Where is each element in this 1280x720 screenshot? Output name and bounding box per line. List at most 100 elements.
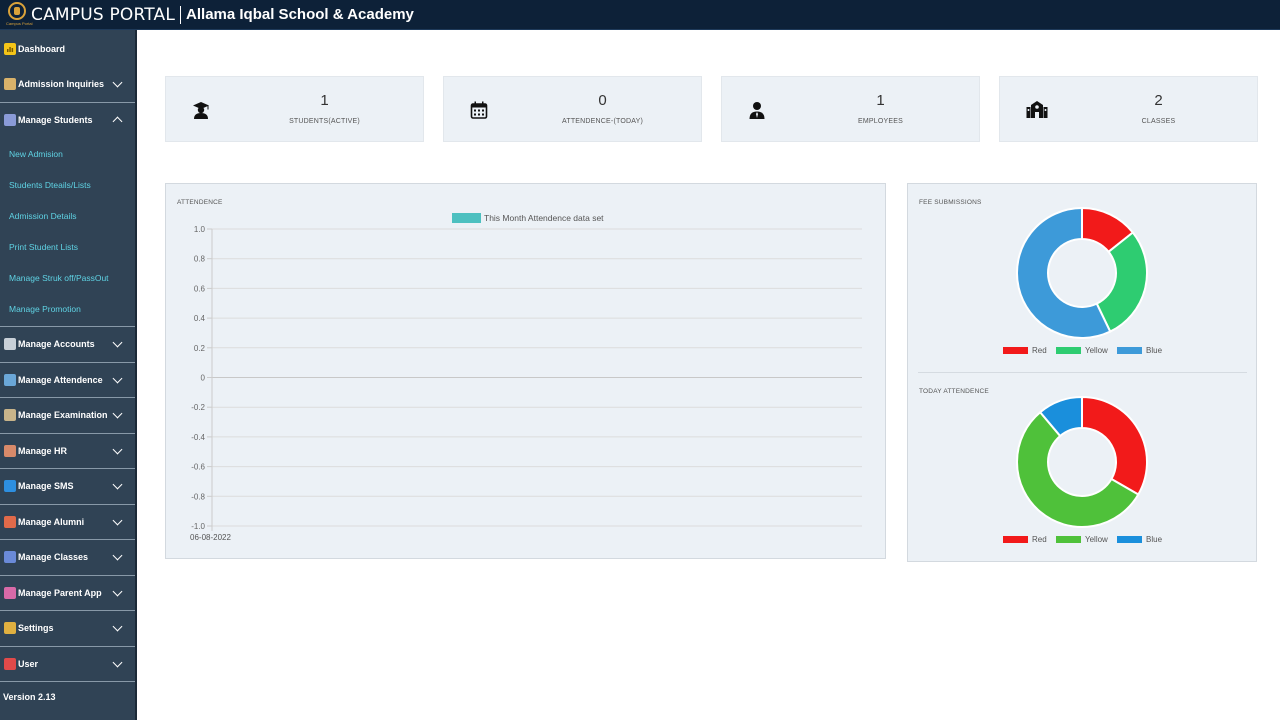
sidebar-item-label: Manage SMS xyxy=(18,481,74,492)
campus-portal-logo[interactable]: Campus Portal xyxy=(6,1,32,28)
sidebar-item-label: Manage Parent App xyxy=(18,587,102,598)
students-submenu: New Admision Students Dteails/Lists Admiss… xyxy=(0,138,135,327)
graduate-icon xyxy=(193,102,209,119)
y-tick-label: 0.4 xyxy=(194,314,206,323)
brand-title[interactable]: CAMPUS PORTAL xyxy=(31,5,175,25)
sidebar-item-label: Manage Examination xyxy=(18,410,108,421)
main-content: 1 STUDENTS(ACTIVE) 0 ATTENDENCE-(TODAY) … xyxy=(139,30,1280,720)
hr-icon xyxy=(4,444,16,457)
y-tick-label: 0.2 xyxy=(194,344,206,353)
version-label: Version 2.13 xyxy=(3,692,56,702)
chevron-down-icon[interactable] xyxy=(112,408,123,419)
y-tick-label: 0 xyxy=(201,374,206,383)
stat-caption: EMPLOYEES xyxy=(858,118,903,125)
stat-caption: STUDENTS(ACTIVE) xyxy=(289,118,360,125)
y-tick-label: -0.4 xyxy=(191,433,205,442)
sidebar-item-manage-accounts[interactable]: Manage Accounts xyxy=(0,327,135,363)
submenu-item[interactable]: Manage Struk off/PassOut xyxy=(0,262,135,293)
user-icon xyxy=(4,657,16,670)
submenu-item[interactable]: New Admision xyxy=(0,138,135,169)
sms-icon xyxy=(4,480,16,493)
sidebar-item-label: Manage Attendence xyxy=(18,374,103,385)
stat-card-attendance[interactable]: 0 ATTENDENCE-(TODAY) xyxy=(443,76,702,142)
legend-swatch xyxy=(1003,536,1028,543)
legend-label: Yellow xyxy=(1085,346,1108,355)
legend-label: Blue xyxy=(1146,535,1163,544)
sidebar-item-user[interactable]: User xyxy=(0,647,135,682)
sidebar-item-manage-examination[interactable]: Manage Examination xyxy=(0,398,135,434)
chevron-down-icon[interactable] xyxy=(112,586,123,596)
chevron-down-icon[interactable] xyxy=(112,77,123,88)
chevron-down-icon[interactable] xyxy=(112,337,123,348)
stat-value: 1 xyxy=(320,92,329,109)
y-tick-label: 1.0 xyxy=(194,225,206,234)
legend-label: Yellow xyxy=(1085,535,1108,544)
chevron-down-icon[interactable] xyxy=(112,444,123,454)
submenu-item[interactable]: Print Student Lists xyxy=(0,231,135,262)
chevron-down-icon[interactable] xyxy=(112,550,123,561)
header-divider xyxy=(180,5,182,24)
legend-swatch xyxy=(1056,347,1081,354)
stat-value: 0 xyxy=(598,92,607,109)
chevron-down-icon[interactable] xyxy=(112,657,123,667)
parent-app-icon xyxy=(4,586,16,599)
legend-label: Red xyxy=(1032,535,1047,544)
students-icon xyxy=(4,114,16,127)
sidebar-item-manage-attendence[interactable]: Manage Attendence xyxy=(0,363,135,398)
settings-icon xyxy=(4,622,16,635)
sidebar-item-manage-alumni[interactable]: Manage Alumni xyxy=(0,505,135,540)
stat-card-employees[interactable]: 1 EMPLOYEES xyxy=(721,76,980,142)
legend-swatch xyxy=(452,213,481,223)
chevron-down-icon[interactable] xyxy=(112,621,123,632)
alumni-icon xyxy=(4,515,16,528)
y-tick-label: -0.8 xyxy=(191,492,205,501)
attendance-line-chart[interactable]: This Month Attendence data set 1.0 0.8 0.6 0… xyxy=(166,184,885,558)
exam-icon xyxy=(4,409,16,422)
top-bar: Campus Portal CAMPUS PORTAL Allama Iqbal… xyxy=(0,0,1280,30)
donut-charts[interactable]: Red Yellow Blue Red Yellow Blue xyxy=(908,184,1256,561)
stat-caption: ATTENDENCE-(TODAY) xyxy=(562,118,643,125)
legend-swatch xyxy=(1056,536,1081,543)
sidebar-item-label: Manage Alumni xyxy=(18,516,85,527)
submenu-item[interactable]: Students Dteails/Lists xyxy=(0,169,135,200)
legend-swatch xyxy=(1117,347,1142,354)
sidebar-item-manage-parent-app[interactable]: Manage Parent App xyxy=(0,576,135,611)
y-tick-label: 0.6 xyxy=(194,284,206,293)
chevron-down-icon[interactable] xyxy=(112,515,123,525)
submenu-item[interactable]: Manage Promotion xyxy=(0,293,135,324)
y-tick-label: -1.0 xyxy=(191,522,205,531)
sidebar-item-settings[interactable]: Settings xyxy=(0,611,135,647)
attendance-icon xyxy=(4,373,16,386)
stat-value: 1 xyxy=(876,92,885,109)
sidebar-item-manage-sms[interactable]: Manage SMS xyxy=(0,469,135,505)
sidebar-item-dashboard[interactable]: Dashboard xyxy=(0,30,135,67)
stat-value: 2 xyxy=(1154,92,1163,109)
stat-card-students[interactable]: 1 STUDENTS(ACTIVE) xyxy=(165,76,424,142)
sidebar-item-manage-students[interactable]: Manage Students xyxy=(0,103,135,139)
y-tick-label: 0.8 xyxy=(194,255,206,264)
sidebar-item-label: Manage Classes xyxy=(18,552,89,563)
x-tick-label: 06-08-2022 xyxy=(190,533,231,542)
sidebar-item-manage-classes[interactable]: Manage Classes xyxy=(0,540,135,576)
chevron-down-icon[interactable] xyxy=(112,479,123,490)
stat-card-classes[interactable]: 2 CLASSES xyxy=(999,76,1258,142)
legend-label: Blue xyxy=(1146,346,1163,355)
sidebar-item-label: Dashboard xyxy=(18,43,66,54)
sidebar-item-label: User xyxy=(18,658,39,669)
submenu-item[interactable]: Admission Details xyxy=(0,200,135,231)
school-building-icon xyxy=(1026,101,1048,118)
sidebar-item-admission-inquiries[interactable]: Admission Inquiries xyxy=(0,67,135,103)
legend-label: Red xyxy=(1032,346,1047,355)
inquiries-icon xyxy=(4,78,16,91)
employee-icon xyxy=(749,102,765,119)
calendar-icon xyxy=(470,101,488,119)
sidebar-item-label: Admission Inquiries xyxy=(18,79,105,90)
chevron-down-icon[interactable] xyxy=(112,373,123,383)
sidebar-item-manage-hr[interactable]: Manage HR xyxy=(0,434,135,469)
chevron-up-icon[interactable] xyxy=(112,116,123,126)
y-tick-label: -0.2 xyxy=(191,403,205,412)
attendance-chart-panel: ATTENDENCE This Month Attendence data se… xyxy=(165,183,886,559)
sidebar-item-label: Settings xyxy=(18,623,54,634)
bank-icon xyxy=(4,338,16,351)
stat-caption: CLASSES xyxy=(1141,118,1176,125)
